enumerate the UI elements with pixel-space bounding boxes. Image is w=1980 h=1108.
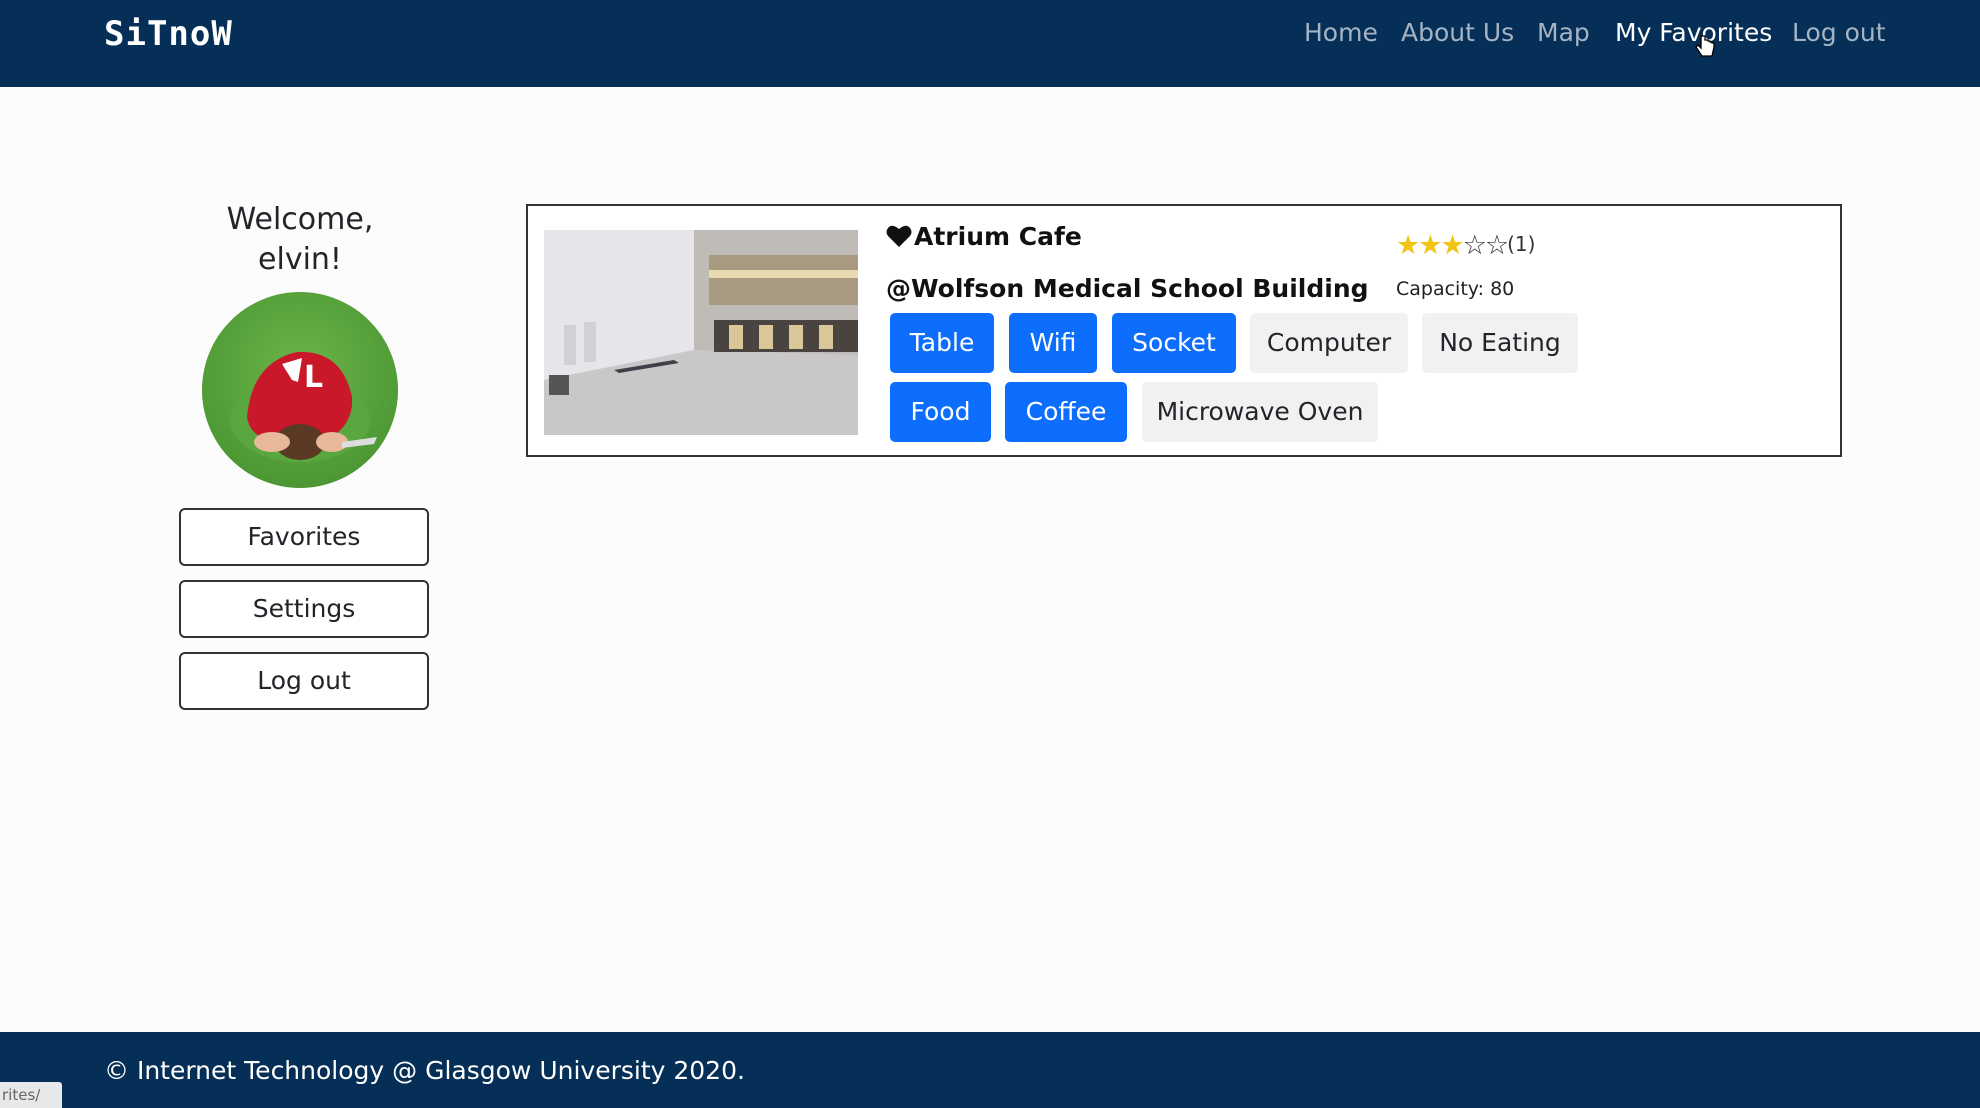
username-line: elvin! — [258, 242, 342, 277]
footer-copyright: © Internet Technology @ Glasgow Universi… — [104, 1056, 745, 1085]
nav-link-map[interactable]: Map — [1537, 18, 1590, 47]
hand-cursor-icon — [1695, 35, 1715, 57]
place-name-text: Atrium Cafe — [914, 222, 1082, 251]
nav-link-about-us[interactable]: About Us — [1401, 18, 1514, 47]
brand-logo[interactable]: SiTnoW — [104, 14, 233, 54]
avatar-image: L — [230, 351, 377, 462]
settings-button[interactable]: Settings — [179, 580, 429, 638]
favorite-card: Atrium Cafe @Wolfson Medical School Buil… — [526, 204, 1842, 457]
tag-table[interactable]: Table — [890, 313, 994, 373]
place-photo[interactable] — [544, 230, 858, 435]
tag-microwave-oven[interactable]: Microwave Oven — [1142, 382, 1378, 442]
navbar: SiTnoW Home About Us Map My Favorites Lo… — [0, 0, 1980, 87]
tag-coffee[interactable]: Coffee — [1005, 382, 1127, 442]
nav-link-log-out[interactable]: Log out — [1792, 18, 1886, 47]
capacity-label: Capacity: 80 — [1396, 278, 1515, 300]
welcome-line: Welcome, — [226, 202, 374, 237]
svg-text:L: L — [304, 360, 323, 395]
welcome-message: Welcome, elvin! — [180, 200, 420, 280]
log-out-button[interactable]: Log out — [179, 652, 429, 710]
tag-no-eating[interactable]: No Eating — [1422, 313, 1578, 373]
tag-socket[interactable]: Socket — [1112, 313, 1236, 373]
status-bar-url: rites/ — [0, 1082, 62, 1108]
building-name: @Wolfson Medical School Building — [886, 274, 1369, 303]
avatar: L — [202, 292, 398, 488]
rating-stars: ★★★☆☆(1) — [1396, 230, 1535, 261]
rating-count: (1) — [1507, 232, 1536, 256]
place-name: Atrium Cafe — [886, 222, 1082, 251]
star-filled-icon: ★ — [1440, 230, 1464, 261]
footer: © Internet Technology @ Glasgow Universi… — [0, 1032, 1980, 1108]
star-empty-icon: ☆ — [1484, 230, 1509, 261]
tag-food[interactable]: Food — [890, 382, 991, 442]
favorites-button[interactable]: Favorites — [179, 508, 429, 566]
heart-icon[interactable] — [886, 224, 912, 248]
star-filled-icon: ★ — [1396, 230, 1420, 261]
atrium-photo — [544, 230, 858, 435]
tag-wifi[interactable]: Wifi — [1009, 313, 1097, 373]
nav-link-home[interactable]: Home — [1304, 18, 1378, 47]
tag-computer[interactable]: Computer — [1250, 313, 1408, 373]
star-empty-icon: ☆ — [1462, 230, 1487, 261]
star-filled-icon: ★ — [1418, 230, 1442, 261]
